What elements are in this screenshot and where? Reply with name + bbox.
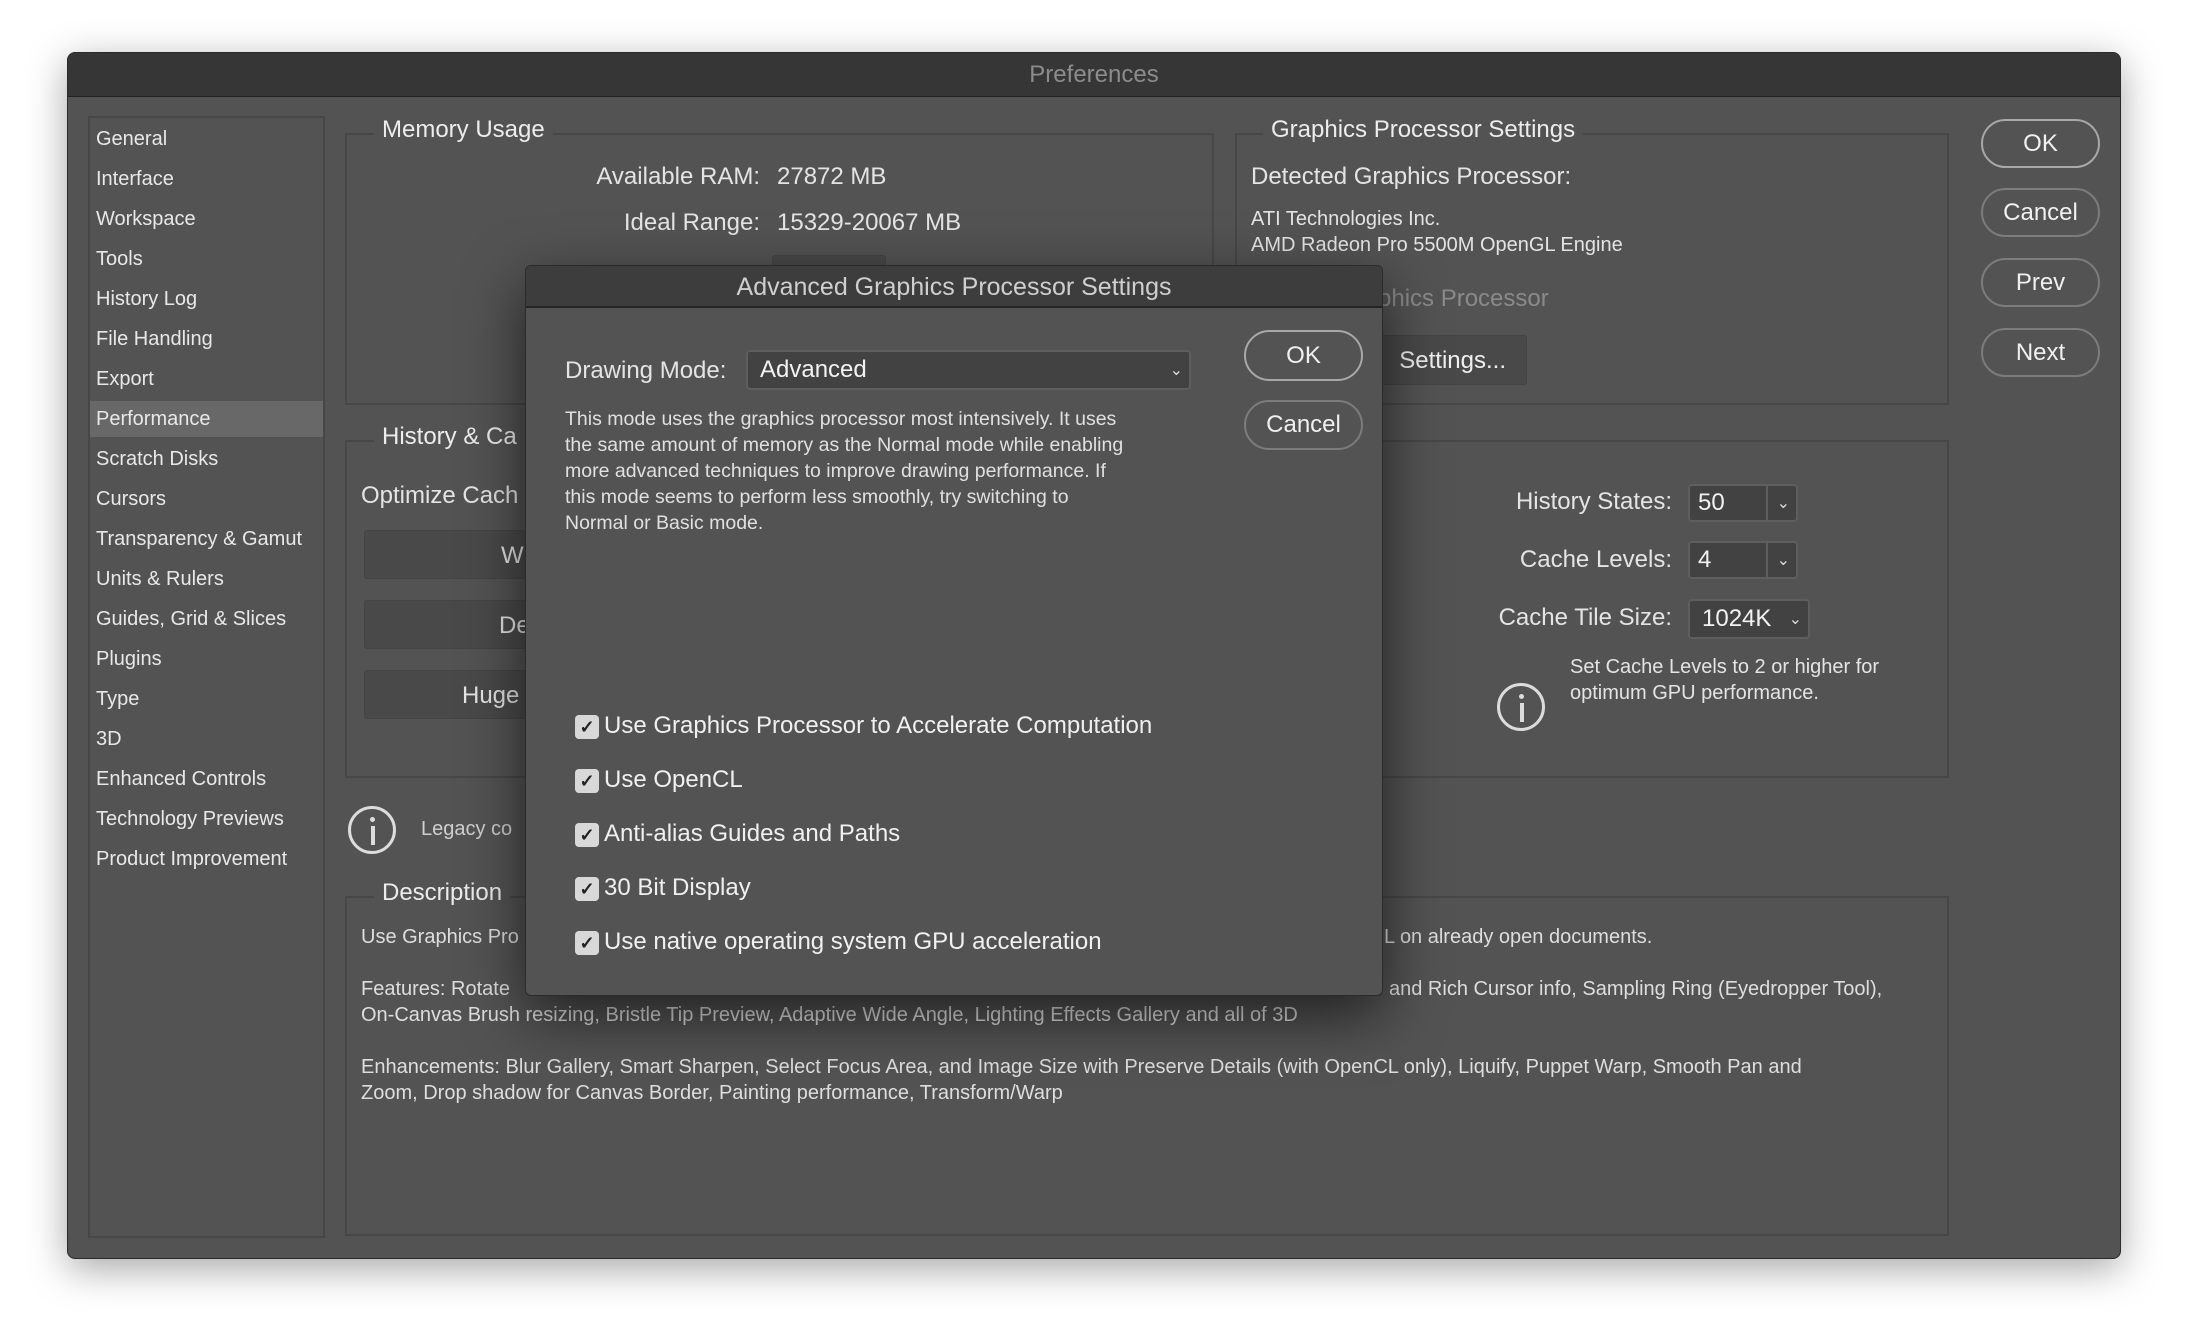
sidebar-item-general[interactable]: General	[90, 121, 323, 157]
description-line: Features: Rotate	[361, 978, 510, 1000]
cancel-button[interactable]: Cancel	[1981, 188, 2100, 237]
ok-button[interactable]: OK	[1981, 119, 2100, 168]
cache-levels-select[interactable]: 4 ⌄	[1688, 541, 1798, 579]
dialog-ok-button[interactable]: OK	[1244, 330, 1363, 381]
description-line: and Rich Cursor info, Sampling Ring (Eye…	[1389, 978, 1883, 1000]
history-states-select[interactable]: 50 ⌄	[1688, 484, 1798, 522]
description-line: Use Graphics Pro	[361, 926, 519, 948]
detected-gpu-label: Detected Graphics Processor:	[1251, 163, 1572, 190]
gpu-settings-title: Graphics Processor Settings	[1263, 116, 1584, 144]
help-line: this mode seems to perform less smoothly…	[565, 486, 1069, 508]
use-gpu-checkbox-label[interactable]: phics Processor	[1378, 285, 1549, 313]
history-states-label: History States:	[1515, 488, 1672, 515]
sidebar-item-type[interactable]: Type	[90, 681, 323, 717]
available-ram-value: 27872 MB	[777, 163, 887, 190]
cache-tile-size-value: 1024K	[1702, 605, 1772, 632]
sidebar-item-history-log[interactable]: History Log	[90, 281, 323, 317]
cache-note-line-1: Set Cache Levels to 2 or higher for	[1570, 656, 1880, 678]
legacy-note: Legacy co	[421, 818, 513, 840]
gpu-model: AMD Radeon Pro 5500M OpenGL Engine	[1251, 234, 1623, 256]
window-title: Preferences	[68, 53, 2120, 97]
sidebar-item-units-rulers[interactable]: Units & Rulers	[90, 561, 323, 597]
chevron-down-icon: ⌄	[1776, 495, 1790, 512]
sidebar-item-product-improvement[interactable]: Product Improvement	[90, 841, 323, 877]
sidebar-item-enhanced-controls[interactable]: Enhanced Controls	[90, 761, 323, 797]
info-circle-icon	[348, 806, 396, 854]
cache-levels-label: Cache Levels:	[1519, 546, 1672, 573]
memory-usage-title: Memory Usage	[374, 116, 553, 144]
info-circle-icon	[1497, 683, 1545, 731]
dialog-title: Advanced Graphics Processor Settings	[526, 266, 1382, 308]
history-cache-title: History & Ca	[374, 423, 525, 451]
optimize-cache-label: Optimize Cach	[361, 482, 519, 509]
sidebar-item-cursors[interactable]: Cursors	[90, 481, 323, 517]
gpu-vendor: ATI Technologies Inc.	[1251, 208, 1441, 230]
checkbox-label[interactable]: 30 Bit Display	[604, 874, 751, 902]
checkbox[interactable]: ✓	[575, 877, 599, 901]
checkmark-icon: ✓	[579, 825, 595, 845]
checkbox-label[interactable]: Use OpenCL	[604, 766, 743, 794]
description-line: On-Canvas Brush resizing, Bristle Tip Pr…	[361, 1004, 1298, 1026]
sidebar-item-transparency-gamut[interactable]: Transparency & Gamut	[90, 521, 323, 557]
drawing-mode-value: Advanced	[760, 356, 867, 383]
sidebar-item-file-handling[interactable]: File Handling	[90, 321, 323, 357]
cache-levels-value: 4	[1698, 546, 1712, 573]
description-line: Zoom, Drop shadow for Canvas Border, Pai…	[361, 1082, 1063, 1104]
checkbox[interactable]: ✓	[575, 769, 599, 793]
checkbox[interactable]: ✓	[575, 715, 599, 739]
sidebar-item-performance[interactable]: Performance	[90, 401, 323, 437]
ideal-range-label: Ideal Range:	[623, 209, 760, 236]
checkmark-icon: ✓	[579, 771, 595, 791]
checkbox-label[interactable]: Use native operating system GPU accelera…	[604, 928, 1102, 956]
chevron-down-icon: ⌄	[1776, 552, 1790, 569]
help-line: the same amount of memory as the Normal …	[565, 434, 1124, 456]
cache-note-line-2: optimum GPU performance.	[1570, 682, 1819, 704]
cache-tile-size-label: Cache Tile Size:	[1498, 604, 1672, 631]
sidebar-item-workspace[interactable]: Workspace	[90, 201, 323, 237]
sidebar-item-scratch-disks[interactable]: Scratch Disks	[90, 441, 323, 477]
help-line: This mode uses the graphics processor mo…	[565, 408, 1117, 430]
description-title: Description	[374, 879, 511, 907]
prev-button[interactable]: Prev	[1981, 258, 2100, 307]
sidebar-item-guides-grid-slices[interactable]: Guides, Grid & Slices	[90, 601, 323, 637]
checkmark-icon: ✓	[579, 933, 595, 953]
help-line: Normal or Basic mode.	[565, 512, 764, 534]
chevron-down-icon: ⌄	[1788, 611, 1802, 628]
dialog-cancel-button[interactable]: Cancel	[1244, 400, 1363, 450]
checkbox-label[interactable]: Use Graphics Processor to Accelerate Com…	[604, 712, 1152, 740]
help-line: more advanced techniques to improve draw…	[565, 460, 1106, 482]
advanced-settings-label: Settings...	[1399, 347, 1506, 374]
checkbox-label[interactable]: Anti-alias Guides and Paths	[604, 820, 900, 848]
cache-preset-label: Huge	[462, 682, 520, 709]
advanced-gpu-settings-dialog: Advanced Graphics Processor Settings Dra…	[525, 265, 1383, 996]
cache-tile-size-select[interactable]: 1024K ⌄	[1688, 599, 1810, 639]
sidebar: General Interface Workspace Tools History Lo…	[88, 116, 325, 1238]
sidebar-item-interface[interactable]: Interface	[90, 161, 323, 197]
cache-preset-label: W	[501, 542, 524, 569]
drawing-mode-select[interactable]: Advanced ⌄	[746, 350, 1191, 390]
chevron-down-icon: ⌄	[1169, 362, 1183, 379]
sidebar-item-technology-previews[interactable]: Technology Previews	[90, 801, 323, 837]
description-line: Enhancements: Blur Gallery, Smart Sharpe…	[361, 1056, 1802, 1078]
sidebar-item-export[interactable]: Export	[90, 361, 323, 397]
checkmark-icon: ✓	[579, 717, 595, 737]
available-ram-label: Available RAM:	[596, 163, 760, 190]
sidebar-item-plugins[interactable]: Plugins	[90, 641, 323, 677]
checkbox[interactable]: ✓	[575, 823, 599, 847]
description-line: L on already open documents.	[1384, 926, 1653, 948]
sidebar-item-3d[interactable]: 3D	[90, 721, 323, 757]
history-states-value: 50	[1698, 489, 1725, 516]
sidebar-item-tools[interactable]: Tools	[90, 241, 323, 277]
next-button[interactable]: Next	[1981, 328, 2100, 377]
checkmark-icon: ✓	[579, 879, 595, 899]
checkbox[interactable]: ✓	[575, 931, 599, 955]
ideal-range-value: 15329-20067 MB	[777, 209, 962, 236]
drawing-mode-label: Drawing Mode:	[565, 357, 727, 384]
